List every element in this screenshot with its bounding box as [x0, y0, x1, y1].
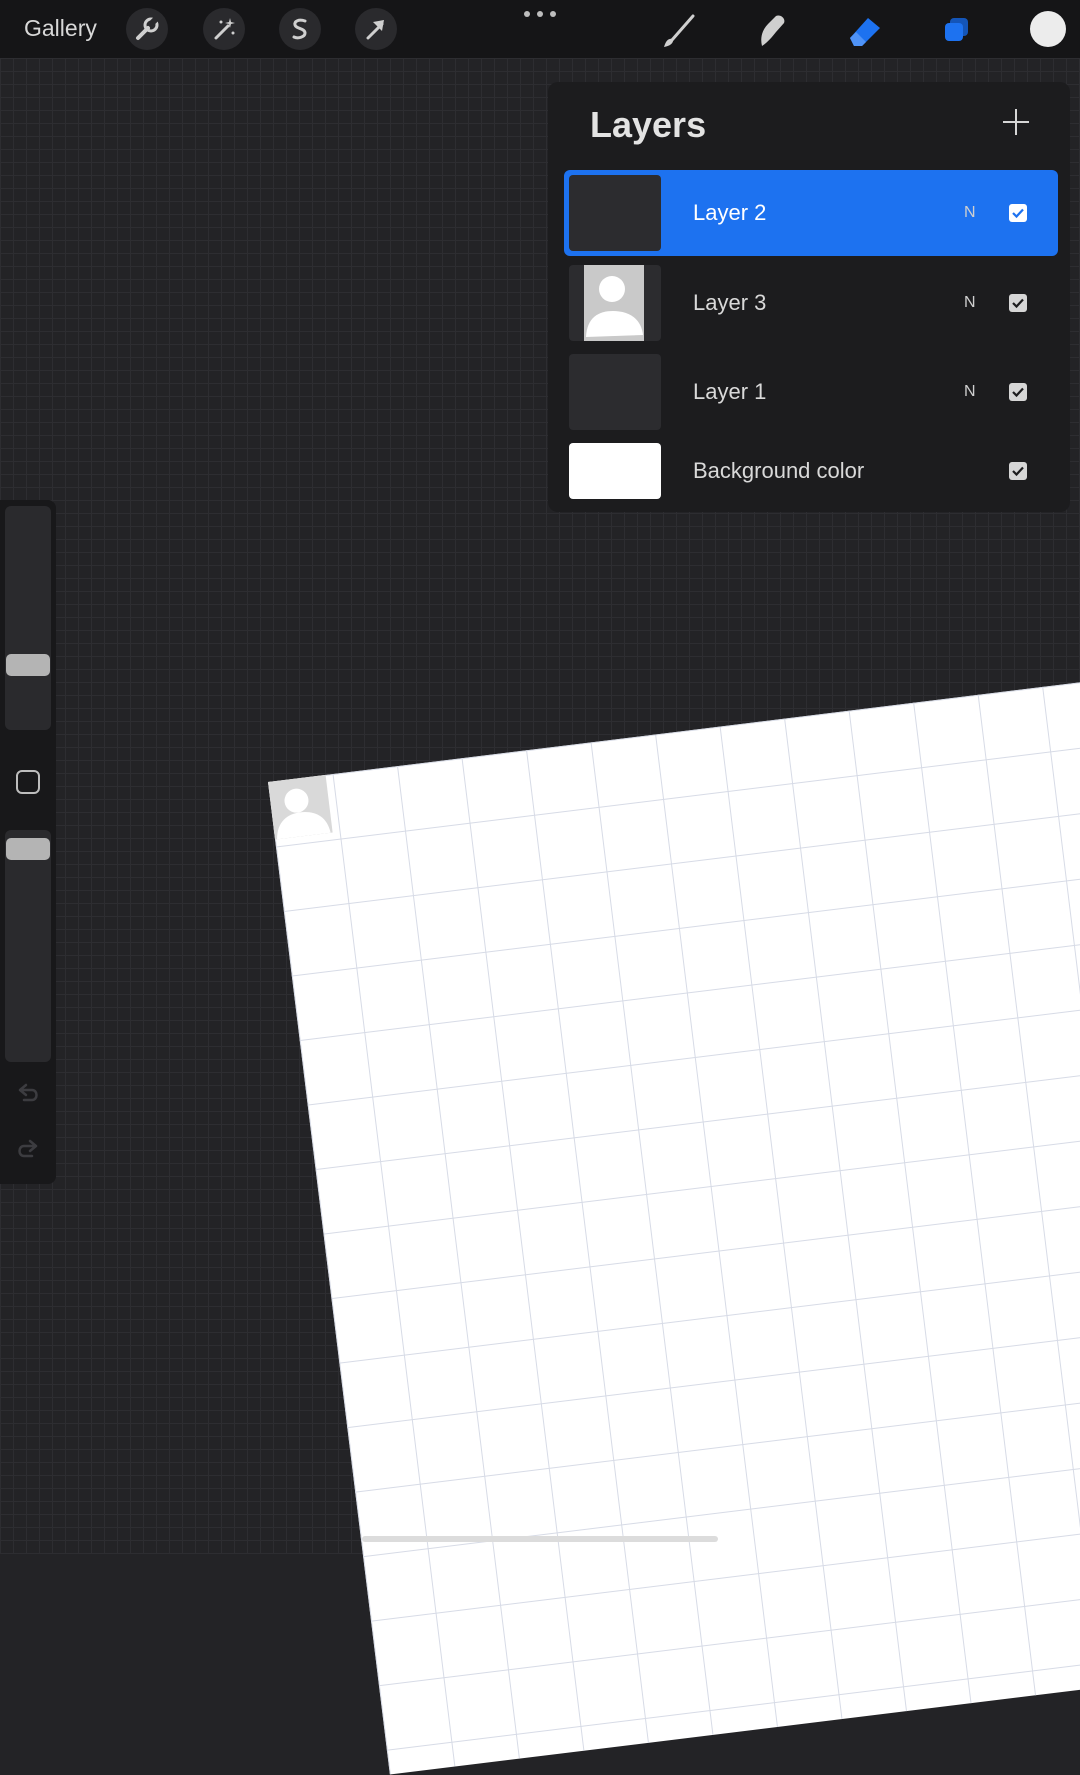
layer-name: Layer 3: [693, 290, 767, 315]
add-layer-plus-icon[interactable]: [1000, 106, 1032, 138]
undo-icon[interactable]: [14, 1080, 42, 1108]
layer-name: Layer 1: [693, 379, 767, 404]
selection-button[interactable]: [279, 8, 321, 50]
top-toolbar: Gallery: [0, 0, 1080, 58]
gallery-button[interactable]: Gallery: [24, 15, 97, 42]
blend-mode-button[interactable]: N: [964, 383, 976, 401]
placeholder-avatar-image: [268, 774, 333, 840]
eraser-icon: [850, 18, 880, 46]
layers-icon: [945, 18, 968, 41]
checkmark-icon: [1012, 298, 1024, 309]
brush-size-slider[interactable]: [5, 506, 51, 730]
brush-tool-button[interactable]: [658, 8, 702, 52]
smudge-icon: [761, 15, 785, 46]
person-silhouette-icon: [277, 788, 331, 840]
more-options-button[interactable]: [524, 4, 556, 24]
redo-icon[interactable]: [14, 1136, 42, 1164]
transform-button[interactable]: [355, 8, 397, 50]
layer-row-layer-3[interactable]: Layer 3 N: [564, 260, 1058, 346]
layer-visibility-checkbox[interactable]: [1009, 462, 1027, 480]
modify-button[interactable]: [16, 770, 40, 794]
brush-icon: [664, 14, 695, 47]
layer-visibility-checkbox[interactable]: [1009, 204, 1027, 222]
person-silhouette-icon: [584, 265, 644, 341]
dot-icon: [537, 11, 543, 17]
layer-thumbnail: [569, 265, 661, 341]
adjustments-button[interactable]: [203, 8, 245, 50]
side-slider-panel: [0, 500, 56, 1184]
transform-arrow-icon: [366, 20, 384, 40]
layer-row-background-color[interactable]: Background color: [564, 428, 1058, 514]
layer-visibility-checkbox[interactable]: [1009, 294, 1027, 312]
layer-visibility-checkbox[interactable]: [1009, 383, 1027, 401]
drawing-canvas[interactable]: [268, 662, 1080, 1775]
color-picker-button[interactable]: [1030, 11, 1066, 47]
dot-icon: [550, 11, 556, 17]
layers-panel-title: Layers: [590, 104, 707, 145]
selection-s-icon: [292, 18, 307, 40]
eraser-tool-button[interactable]: [842, 8, 886, 52]
layer-name: Background color: [693, 458, 865, 483]
layers-tool-button[interactable]: [934, 8, 978, 52]
opacity-slider[interactable]: [5, 830, 51, 1062]
brush-size-thumb[interactable]: [6, 654, 50, 676]
opacity-thumb[interactable]: [6, 838, 50, 860]
layer-row-layer-2[interactable]: Layer 2 N: [564, 170, 1058, 256]
magic-wand-icon: [214, 18, 235, 40]
layer-row-layer-1[interactable]: Layer 1 N: [564, 349, 1058, 435]
smudge-tool-button[interactable]: [750, 8, 794, 52]
blend-mode-button[interactable]: N: [964, 294, 976, 312]
layers-panel: Layers Layer 2 N Layer 3 N Layer 1 N Bac…: [548, 82, 1070, 512]
blend-mode-button[interactable]: N: [964, 204, 976, 222]
layer-thumbnail: [569, 354, 661, 430]
checkmark-icon: [1012, 466, 1024, 477]
background-color-thumbnail[interactable]: [569, 443, 661, 499]
wrench-icon: [136, 16, 159, 40]
actions-button[interactable]: [126, 8, 168, 50]
checkmark-icon: [1012, 387, 1024, 398]
layer-name: Layer 2: [693, 200, 767, 225]
checkmark-icon: [1012, 208, 1024, 219]
dot-icon: [524, 11, 530, 17]
home-indicator[interactable]: [362, 1536, 718, 1542]
layer-thumbnail: [569, 175, 661, 251]
